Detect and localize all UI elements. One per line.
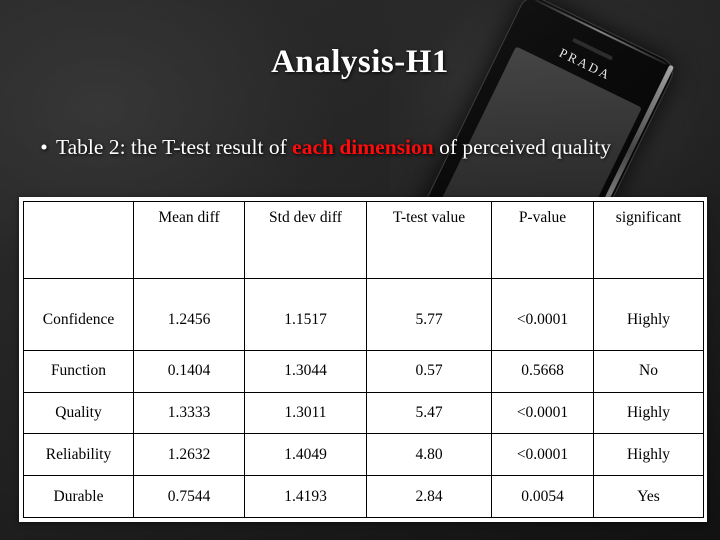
table-header-std-dev-diff: Std dev diff — [244, 201, 367, 279]
table-row: Function 0.1404 1.3044 0.57 0.5668 No — [23, 350, 704, 393]
cell-t-test-value: 5.77 — [366, 278, 492, 351]
bullet-text: Table 2: the T-test result of each dimen… — [56, 133, 632, 162]
cell-dimension: Reliability — [23, 433, 134, 477]
cell-std-dev-diff: 1.4193 — [244, 475, 367, 518]
results-table-container: Mean diff Std dev diff T-test value P-va… — [19, 197, 707, 522]
cell-std-dev-diff: 1.1517 — [244, 278, 367, 351]
cell-significant: No — [593, 350, 704, 393]
cell-mean-diff: 1.2456 — [133, 278, 245, 351]
cell-mean-diff: 1.3333 — [133, 391, 245, 435]
bullet-text-highlight: each dimension — [292, 135, 434, 159]
cell-t-test-value: 0.57 — [366, 350, 492, 393]
cell-p-value: <0.0001 — [491, 433, 594, 477]
cell-dimension: Function — [23, 350, 134, 393]
table-header-significant: significant — [593, 201, 704, 279]
cell-significant: Highly — [593, 433, 704, 477]
table-row: Quality 1.3333 1.3011 5.47 <0.0001 Highl… — [23, 391, 704, 435]
bullet-item: • Table 2: the T-test result of each dim… — [32, 133, 632, 162]
bullet-marker-icon: • — [40, 135, 48, 159]
phone-photo: PRADA — [390, 0, 720, 215]
cell-significant: Highly — [593, 278, 704, 351]
table-row: Confidence 1.2456 1.1517 5.77 <0.0001 Hi… — [23, 278, 704, 351]
prada-phone-image: PRADA — [401, 0, 679, 215]
table-body: Confidence 1.2456 1.1517 5.77 <0.0001 Hi… — [23, 278, 704, 518]
bullet-list: • Table 2: the T-test result of each dim… — [32, 133, 632, 162]
bullet-text-suffix: of perceived quality — [433, 135, 612, 159]
table-row: Reliability 1.2632 1.4049 4.80 <0.0001 H… — [23, 433, 704, 477]
table-header-mean-diff: Mean diff — [133, 201, 245, 279]
slide-canvas: PRADA Analysis-H1 • Table 2: the T-test … — [0, 0, 720, 540]
cell-significant: Highly — [593, 391, 704, 435]
cell-mean-diff: 0.7544 — [133, 475, 245, 518]
photo-glow — [390, 0, 720, 215]
cell-t-test-value: 2.84 — [366, 475, 492, 518]
table-row: Durable 0.7544 1.4193 2.84 0.0054 Yes — [23, 475, 704, 518]
cell-t-test-value: 4.80 — [366, 433, 492, 477]
cell-mean-diff: 0.1404 — [133, 350, 245, 393]
cell-mean-diff: 1.2632 — [133, 433, 245, 477]
table-header: Mean diff Std dev diff T-test value P-va… — [23, 201, 704, 279]
table-header-row: Mean diff Std dev diff T-test value P-va… — [23, 201, 704, 279]
cell-significant: Yes — [593, 475, 704, 518]
slide-title: Analysis-H1 — [271, 44, 449, 80]
cell-p-value: <0.0001 — [491, 278, 594, 351]
cell-std-dev-diff: 1.3044 — [244, 350, 367, 393]
cell-p-value: <0.0001 — [491, 391, 594, 435]
cell-dimension: Durable — [23, 475, 134, 518]
cell-dimension: Confidence — [23, 278, 134, 351]
table-header-dimension — [23, 201, 134, 279]
cell-p-value: 0.5668 — [491, 350, 594, 393]
cell-t-test-value: 5.47 — [366, 391, 492, 435]
table-header-p-value: P-value — [491, 201, 594, 279]
bullet-text-prefix: Table 2: the T-test result of — [56, 135, 293, 159]
cell-p-value: 0.0054 — [491, 475, 594, 518]
t-test-results-table: Mean diff Std dev diff T-test value P-va… — [23, 201, 704, 518]
cell-dimension: Quality — [23, 391, 134, 435]
cell-std-dev-diff: 1.4049 — [244, 433, 367, 477]
cell-std-dev-diff: 1.3011 — [244, 391, 367, 435]
table-header-t-test-value: T-test value — [366, 201, 492, 279]
